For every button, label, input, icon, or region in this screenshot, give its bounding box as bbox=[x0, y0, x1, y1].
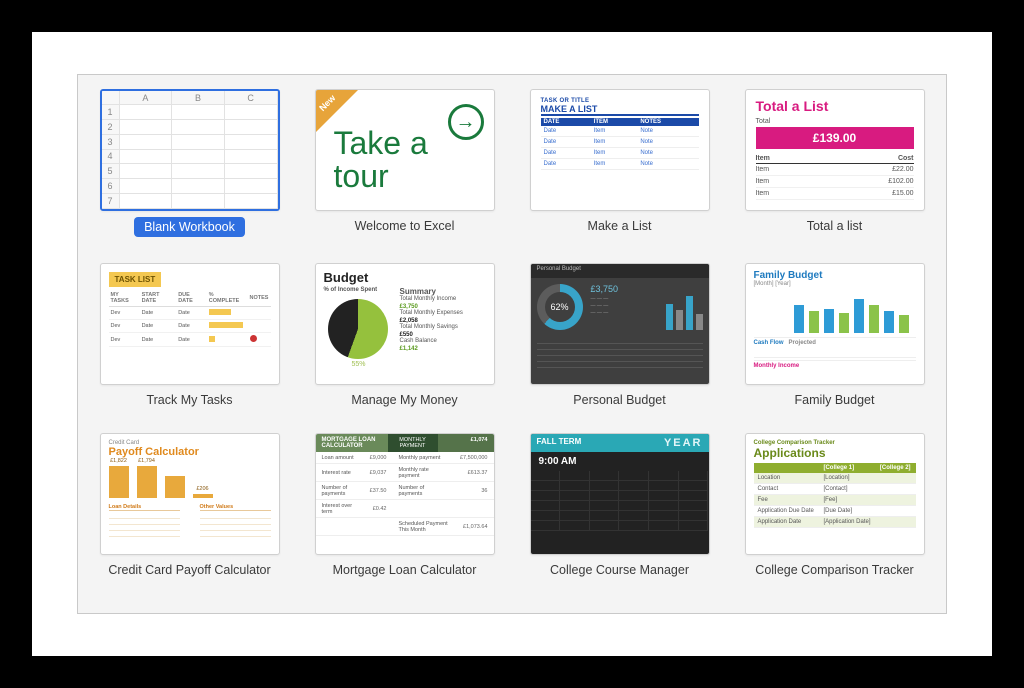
template-label: College Course Manager bbox=[550, 563, 689, 577]
template-blank-workbook[interactable]: A B C 1 2 3 4 5 6 7 Blank Workbook bbox=[96, 89, 283, 237]
template-gallery: A B C 1 2 3 4 5 6 7 Blank Workbook New →… bbox=[77, 74, 947, 614]
template-label: Personal Budget bbox=[573, 393, 665, 407]
template-make-a-list[interactable]: TASK OR TITLE MAKE A LIST DATEITEMNOTES … bbox=[526, 89, 713, 237]
template-track-my-tasks[interactable]: TASK LIST MY TASKSSTART DATE DUE DATE% C… bbox=[96, 263, 283, 407]
template-family-budget[interactable]: Family Budget [Month] [Year] Cash Flow P… bbox=[741, 263, 928, 407]
template-thumb: MORTGAGE LOAN CALCULATOR MONTHLY PAYMENT… bbox=[315, 433, 495, 555]
template-label: Credit Card Payoff Calculator bbox=[108, 563, 270, 577]
template-label: College Comparison Tracker bbox=[755, 563, 913, 577]
template-manage-my-money[interactable]: Budget % of Income Spent 55% Summary Tot… bbox=[311, 263, 498, 407]
template-label: Welcome to Excel bbox=[355, 219, 455, 233]
bar-chart-icon bbox=[794, 293, 916, 333]
template-thumb: New → Take a tour bbox=[315, 89, 495, 211]
template-thumb: FALL TERMYEAR 9:00 AM bbox=[530, 433, 710, 555]
template-label: Total a list bbox=[807, 219, 863, 233]
template-welcome-to-excel[interactable]: New → Take a tour Welcome to Excel bbox=[311, 89, 498, 237]
template-thumb: Credit Card Payoff Calculator £1,822 £1,… bbox=[100, 433, 280, 555]
arrow-right-icon: → bbox=[448, 104, 484, 140]
template-thumb: A B C 1 2 3 4 5 6 7 bbox=[100, 89, 280, 211]
template-thumb: TASK LIST MY TASKSSTART DATE DUE DATE% C… bbox=[100, 263, 280, 385]
bar-chart-icon bbox=[666, 284, 703, 330]
pie-chart-icon bbox=[328, 299, 388, 359]
template-credit-card-payoff[interactable]: Credit Card Payoff Calculator £1,822 £1,… bbox=[96, 433, 283, 577]
template-college-course-manager[interactable]: FALL TERMYEAR 9:00 AM College Course Man… bbox=[526, 433, 713, 577]
template-label: Track My Tasks bbox=[146, 393, 232, 407]
donut-chart-icon: 62% bbox=[537, 284, 583, 330]
template-label: Family Budget bbox=[795, 393, 875, 407]
template-label: Blank Workbook bbox=[134, 217, 245, 237]
template-personal-budget[interactable]: Personal Budget 62% £3,750 — — —— — —— —… bbox=[526, 263, 713, 407]
template-thumb: Budget % of Income Spent 55% Summary Tot… bbox=[315, 263, 495, 385]
template-thumb: Total a List Total £139.00 ItemCost Item… bbox=[745, 89, 925, 211]
template-thumb: Personal Budget 62% £3,750 — — —— — —— —… bbox=[530, 263, 710, 385]
bar-chart-icon: £1,822 £1,794 £206 bbox=[109, 462, 271, 498]
template-thumb: College Comparison Tracker Applications … bbox=[745, 433, 925, 555]
template-total-a-list[interactable]: Total a List Total £139.00 ItemCost Item… bbox=[741, 89, 928, 237]
template-label: Manage My Money bbox=[351, 393, 457, 407]
template-college-comparison[interactable]: College Comparison Tracker Applications … bbox=[741, 433, 928, 577]
template-thumb: Family Budget [Month] [Year] Cash Flow P… bbox=[745, 263, 925, 385]
template-mortgage-loan[interactable]: MORTGAGE LOAN CALCULATOR MONTHLY PAYMENT… bbox=[311, 433, 498, 577]
template-thumb: TASK OR TITLE MAKE A LIST DATEITEMNOTES … bbox=[530, 89, 710, 211]
template-label: Mortgage Loan Calculator bbox=[333, 563, 477, 577]
flag-icon bbox=[250, 335, 257, 342]
template-label: Make a List bbox=[588, 219, 652, 233]
